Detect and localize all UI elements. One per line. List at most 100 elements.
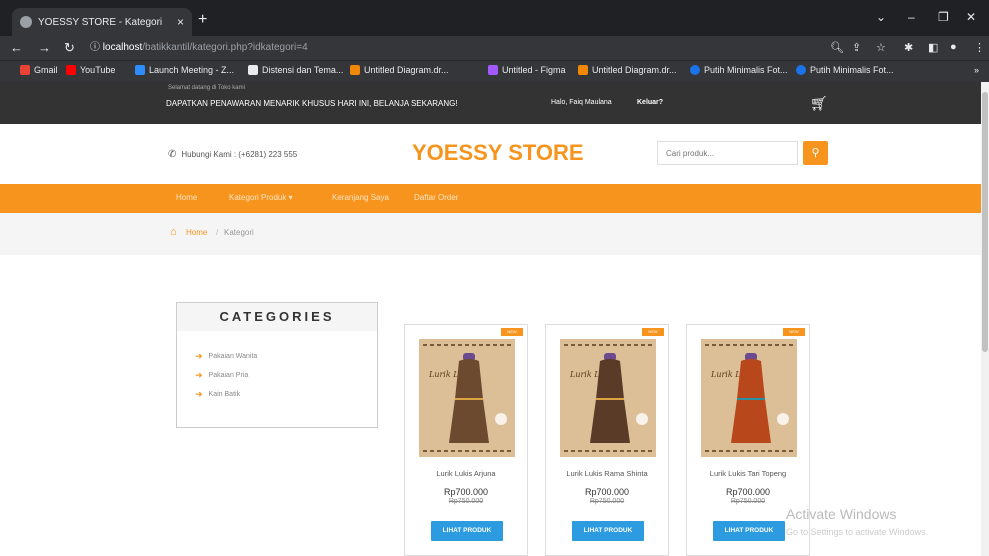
- batik-dress-image: Lurik Lukis: [560, 339, 656, 457]
- nav-daftar-order[interactable]: Daftar Order: [414, 193, 458, 202]
- reload-icon[interactable]: ↻: [64, 40, 75, 56]
- product-badge: NEW: [783, 328, 805, 336]
- windows-activation-watermark: Activate Windows: [786, 506, 897, 522]
- new-tab-icon[interactable]: +: [198, 11, 207, 29]
- product-card[interactable]: NEW Lurik Lukis Lurik Lukis Arjuna Rp700…: [404, 324, 528, 556]
- product-card[interactable]: NEW Lurik Lukis Lurik Lukis Rama Shinta …: [545, 324, 669, 556]
- product-price: Rp700.000: [443, 487, 489, 497]
- cart-icon[interactable]: 🛒︎: [810, 95, 828, 112]
- forward-icon[interactable]: →: [38, 40, 51, 55]
- categories-widget: CATEGORIES ➜ Pakaian Wanita ➜ Pakaian Pria…: [176, 302, 378, 428]
- view-product-button[interactable]: LIHAT PRODUK: [431, 521, 503, 541]
- category-item[interactable]: ➜ Pakaian Pria: [195, 370, 248, 381]
- view-product-button[interactable]: LIHAT PRODUK: [713, 521, 785, 541]
- sidepanel-icon[interactable]: ◧: [928, 41, 938, 54]
- bookmark-distensi[interactable]: Distensi dan Tema...: [248, 65, 343, 75]
- maximize-icon[interactable]: ❐: [938, 10, 949, 24]
- main-nav: Home Kategori Produk ▾ Keranjang Saya Da…: [0, 184, 989, 213]
- breadcrumb-home[interactable]: Home: [186, 228, 207, 237]
- site-logo[interactable]: YOESSY STORE: [412, 140, 584, 166]
- categories-title: CATEGORIES: [177, 303, 377, 331]
- promo-text: DAPATKAN PENAWARAN MENARIK KHUSUS HARI I…: [166, 99, 458, 108]
- product-name[interactable]: Lurik Lukis Arjuna: [405, 469, 527, 478]
- arrow-right-icon: ➜: [195, 351, 203, 361]
- home-icon[interactable]: ⌂: [170, 226, 177, 238]
- category-item[interactable]: ➜ Pakaian Wanita: [195, 351, 257, 362]
- contact-phone: ✆ Hubungi Kami : (+6281) 223 555: [168, 149, 298, 160]
- welcome-text: Selamat datang di Toko kami: [168, 85, 245, 91]
- breadcrumb: ⌂ Home / Kategori: [0, 213, 989, 255]
- figma-icon: [488, 65, 498, 75]
- tab-title: YOESSY STORE - Kategori: [38, 16, 163, 28]
- link-icon: [248, 65, 258, 75]
- drawio-icon: [350, 65, 360, 75]
- screen: YOESSY STORE - Kategori × + ⌄ – ❐ ✕ ← → …: [0, 0, 989, 556]
- scrollbar-thumb[interactable]: [982, 92, 988, 352]
- phone-icon: ✆: [168, 149, 177, 160]
- url-host: localhost: [102, 42, 143, 53]
- bookmarks-bar: Gmail YouTube Launch Meeting - Z... Dist…: [0, 60, 989, 82]
- product-name[interactable]: Lurik Lukis Rama Shinta: [546, 469, 668, 478]
- windows-activation-hint: Go to Settings to activate Windows.: [786, 527, 929, 537]
- bookmark-diagram-1[interactable]: Untitled Diagram.dr...: [350, 65, 449, 75]
- nav-kategori[interactable]: Kategori Produk ▾: [229, 193, 293, 202]
- nav-keranjang[interactable]: Keranjang Saya: [332, 193, 389, 202]
- url-field[interactable]: ⓘ localhost/batikkantil/kategori.php?idk…: [90, 39, 870, 57]
- category-item[interactable]: ➜ Kain Batik: [195, 389, 240, 400]
- batik-dress-image: Lurik Lukis: [419, 339, 515, 457]
- address-bar: ← → ↻ ⓘ localhost/batikkantil/kategori.p…: [0, 36, 989, 60]
- product-image[interactable]: Lurik Lukis: [560, 339, 656, 457]
- page-scrollbar[interactable]: [981, 82, 989, 556]
- share-icon[interactable]: ⇪: [852, 41, 861, 54]
- breadcrumb-current: Kategori: [224, 228, 254, 237]
- nav-home[interactable]: Home: [176, 193, 197, 202]
- menu-kebab-icon[interactable]: ⋮: [974, 41, 985, 54]
- youtube-icon: [66, 65, 76, 75]
- product-image[interactable]: Lurik Lukis: [701, 339, 797, 457]
- minimize-icon[interactable]: –: [908, 10, 915, 24]
- greeting-text: Halo, Faiq Maulana: [551, 99, 612, 106]
- arrow-right-icon: ➜: [195, 389, 203, 399]
- browser-tab[interactable]: YOESSY STORE - Kategori ×: [12, 8, 192, 36]
- gmail-icon: [20, 65, 30, 75]
- site-header: ✆ Hubungi Kami : (+6281) 223 555 YOESSY …: [0, 124, 989, 184]
- bookmark-diagram-2[interactable]: Untitled Diagram.dr...: [578, 65, 677, 75]
- bookmarks-overflow-icon[interactable]: »: [974, 65, 979, 75]
- breadcrumb-separator: /: [216, 228, 219, 237]
- tab-close-icon[interactable]: ×: [177, 15, 184, 29]
- back-icon[interactable]: ←: [10, 40, 23, 55]
- bookmark-star-icon[interactable]: ☆: [876, 41, 886, 54]
- tab-favicon-icon: [20, 16, 32, 28]
- site-topbar: Selamat datang di Toko kami DAPATKAN PEN…: [0, 82, 989, 124]
- product-old-price: Rp750.000: [448, 498, 484, 505]
- canva-icon: [690, 65, 700, 75]
- product-old-price: Rp750.000: [589, 498, 625, 505]
- bookmark-youtube[interactable]: YouTube: [66, 65, 115, 75]
- search-button[interactable]: ⚲: [803, 141, 828, 165]
- extensions-icon[interactable]: ✱: [904, 41, 913, 54]
- search-input[interactable]: [657, 141, 798, 165]
- bookmark-putih-2[interactable]: Putih Minimalis Fot...: [796, 65, 894, 75]
- product-name[interactable]: Lurik Lukis Tari Topeng: [687, 469, 809, 478]
- tab-search-icon[interactable]: ⌄: [876, 10, 886, 24]
- bookmark-figma[interactable]: Untitled - Figma: [488, 65, 566, 75]
- search-icon: ⚲: [811, 147, 820, 159]
- bookmark-zoom[interactable]: Launch Meeting - Z...: [135, 65, 234, 75]
- profile-avatar-icon[interactable]: ●: [950, 41, 957, 53]
- bookmark-putih-1[interactable]: Putih Minimalis Fot...: [690, 65, 788, 75]
- arrow-right-icon: ➜: [195, 370, 203, 380]
- close-window-icon[interactable]: ✕: [966, 10, 976, 24]
- zoom-icon[interactable]: 🔍︎: [830, 41, 844, 54]
- product-badge: NEW: [501, 328, 523, 336]
- bookmark-gmail[interactable]: Gmail: [20, 65, 58, 75]
- view-product-button[interactable]: LIHAT PRODUK: [572, 521, 644, 541]
- dropdown-caret-icon: ▾: [288, 193, 293, 202]
- product-price: Rp700.000: [725, 487, 771, 497]
- drawio-icon: [578, 65, 588, 75]
- product-badge: NEW: [642, 328, 664, 336]
- product-image[interactable]: Lurik Lukis: [419, 339, 515, 457]
- canva-icon: [796, 65, 806, 75]
- logout-link[interactable]: Keluar?: [637, 99, 663, 106]
- zoom-app-icon: [135, 65, 145, 75]
- url-path: /batikkantil/kategori.php?idkategori=4: [142, 42, 308, 53]
